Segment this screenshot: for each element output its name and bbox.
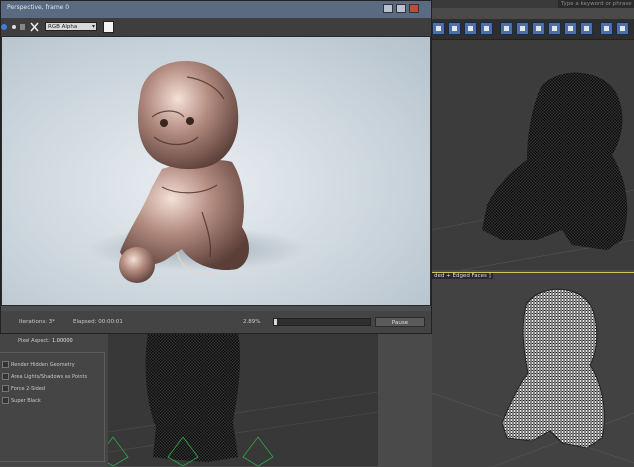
wireframe-statue-dark-2 bbox=[108, 332, 378, 466]
close-button[interactable] bbox=[409, 4, 419, 13]
viewport-label[interactable]: ded + Edged Faces ] bbox=[432, 273, 493, 279]
viewport-bottom-right[interactable]: ded + Edged Faces ] bbox=[432, 272, 634, 467]
select-by-name-icon[interactable] bbox=[448, 22, 461, 35]
checkbox[interactable] bbox=[2, 361, 9, 368]
angle-snap-icon[interactable] bbox=[616, 22, 629, 35]
progress-percent: 2.89% bbox=[243, 319, 261, 325]
render-progress-bar bbox=[273, 318, 371, 326]
viewport-top-right[interactable] bbox=[432, 40, 634, 270]
channel-select[interactable]: RGB Alpha bbox=[45, 22, 97, 31]
snap-toggle-icon[interactable] bbox=[600, 22, 613, 35]
render-window-title: Perspective, frame 0 bbox=[7, 4, 70, 11]
minimize-button[interactable] bbox=[383, 4, 393, 13]
render-setup-rollout: Pixel Aspect: 1.00000 Render Hidden Geom… bbox=[0, 332, 108, 466]
checkbox[interactable] bbox=[2, 385, 9, 392]
option-area-lights[interactable]: Area Lights/Shadows as Points bbox=[2, 373, 87, 380]
rectangular-selection-icon[interactable] bbox=[464, 22, 477, 35]
checkbox[interactable] bbox=[2, 397, 9, 404]
pause-button[interactable]: Pause bbox=[375, 317, 425, 327]
render-progress-fill bbox=[274, 319, 277, 325]
main-toolbar bbox=[430, 19, 634, 40]
reference-coordinate-icon[interactable] bbox=[548, 22, 561, 35]
option-super-black[interactable]: Super Black bbox=[2, 397, 41, 404]
render-frame-window: Perspective, frame 0 RGB Alpha ▾ Iterati… bbox=[0, 0, 432, 334]
search-input[interactable]: Type a keyword or phrase bbox=[558, 0, 634, 8]
channel-toggle-icons[interactable] bbox=[1, 22, 41, 32]
option-force-2-sided[interactable]: Force 2-Sided bbox=[2, 385, 45, 392]
rendered-image bbox=[1, 36, 431, 306]
clear-icon bbox=[30, 22, 39, 32]
pivot-center-icon[interactable] bbox=[564, 22, 577, 35]
checkbox[interactable] bbox=[2, 373, 9, 380]
viewport-bottom-left[interactable] bbox=[108, 332, 378, 466]
pixel-aspect-field[interactable]: 1.00000 bbox=[52, 338, 73, 344]
wireframe-statue-dark bbox=[432, 72, 634, 270]
edged-faces-statue bbox=[432, 288, 634, 467]
elapsed-text: Elapsed: 00:00:01 bbox=[73, 319, 123, 325]
select-object-icon[interactable] bbox=[432, 22, 445, 35]
pixel-aspect-label: Pixel Aspect: bbox=[18, 338, 50, 344]
render-status-bar: Iterations: 3* Elapsed: 00:00:01 2.89% P… bbox=[1, 311, 431, 333]
foo-dog-statue-render bbox=[87, 61, 307, 283]
rgb-channel-icon bbox=[1, 24, 7, 30]
color-swatch[interactable] bbox=[103, 21, 114, 33]
select-rotate-icon[interactable] bbox=[516, 22, 529, 35]
window-crossing-icon[interactable] bbox=[480, 22, 493, 35]
render-window-titlebar[interactable]: Perspective, frame 0 bbox=[1, 1, 431, 18]
red-channel-icon bbox=[12, 25, 16, 29]
iterations-text: Iterations: 3* bbox=[19, 319, 56, 325]
display-alpha-icon bbox=[20, 24, 25, 30]
render-options-group: Render Hidden Geometry Area Lights/Shado… bbox=[0, 352, 105, 462]
select-scale-icon[interactable] bbox=[532, 22, 545, 35]
maximize-button[interactable] bbox=[396, 4, 406, 13]
select-manipulate-icon[interactable] bbox=[580, 22, 593, 35]
option-render-hidden-geometry[interactable]: Render Hidden Geometry bbox=[2, 361, 75, 368]
select-move-icon[interactable] bbox=[500, 22, 513, 35]
render-window-toolbar: RGB Alpha bbox=[1, 18, 431, 36]
